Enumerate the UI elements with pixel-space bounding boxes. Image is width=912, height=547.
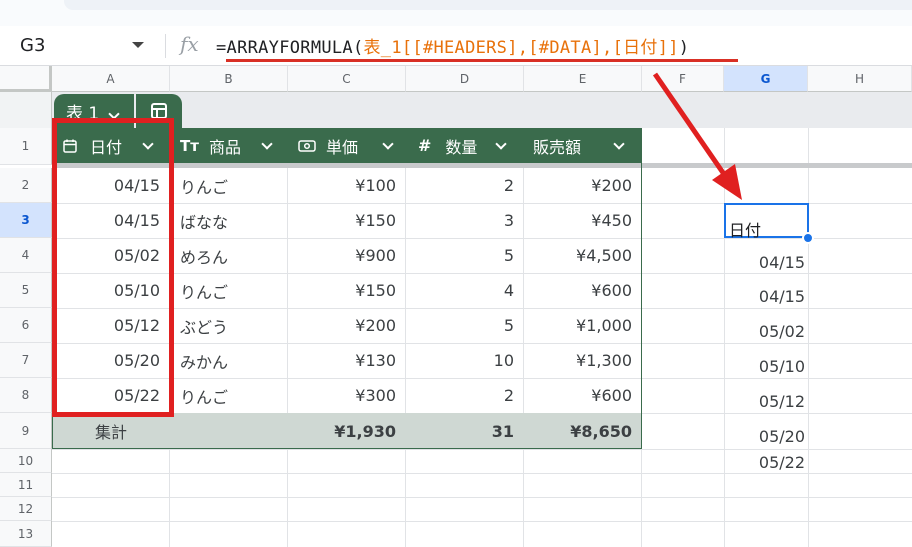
arrow-shaft xyxy=(652,72,731,182)
annotation-arrow xyxy=(652,72,742,200)
arrow-head xyxy=(712,164,742,200)
